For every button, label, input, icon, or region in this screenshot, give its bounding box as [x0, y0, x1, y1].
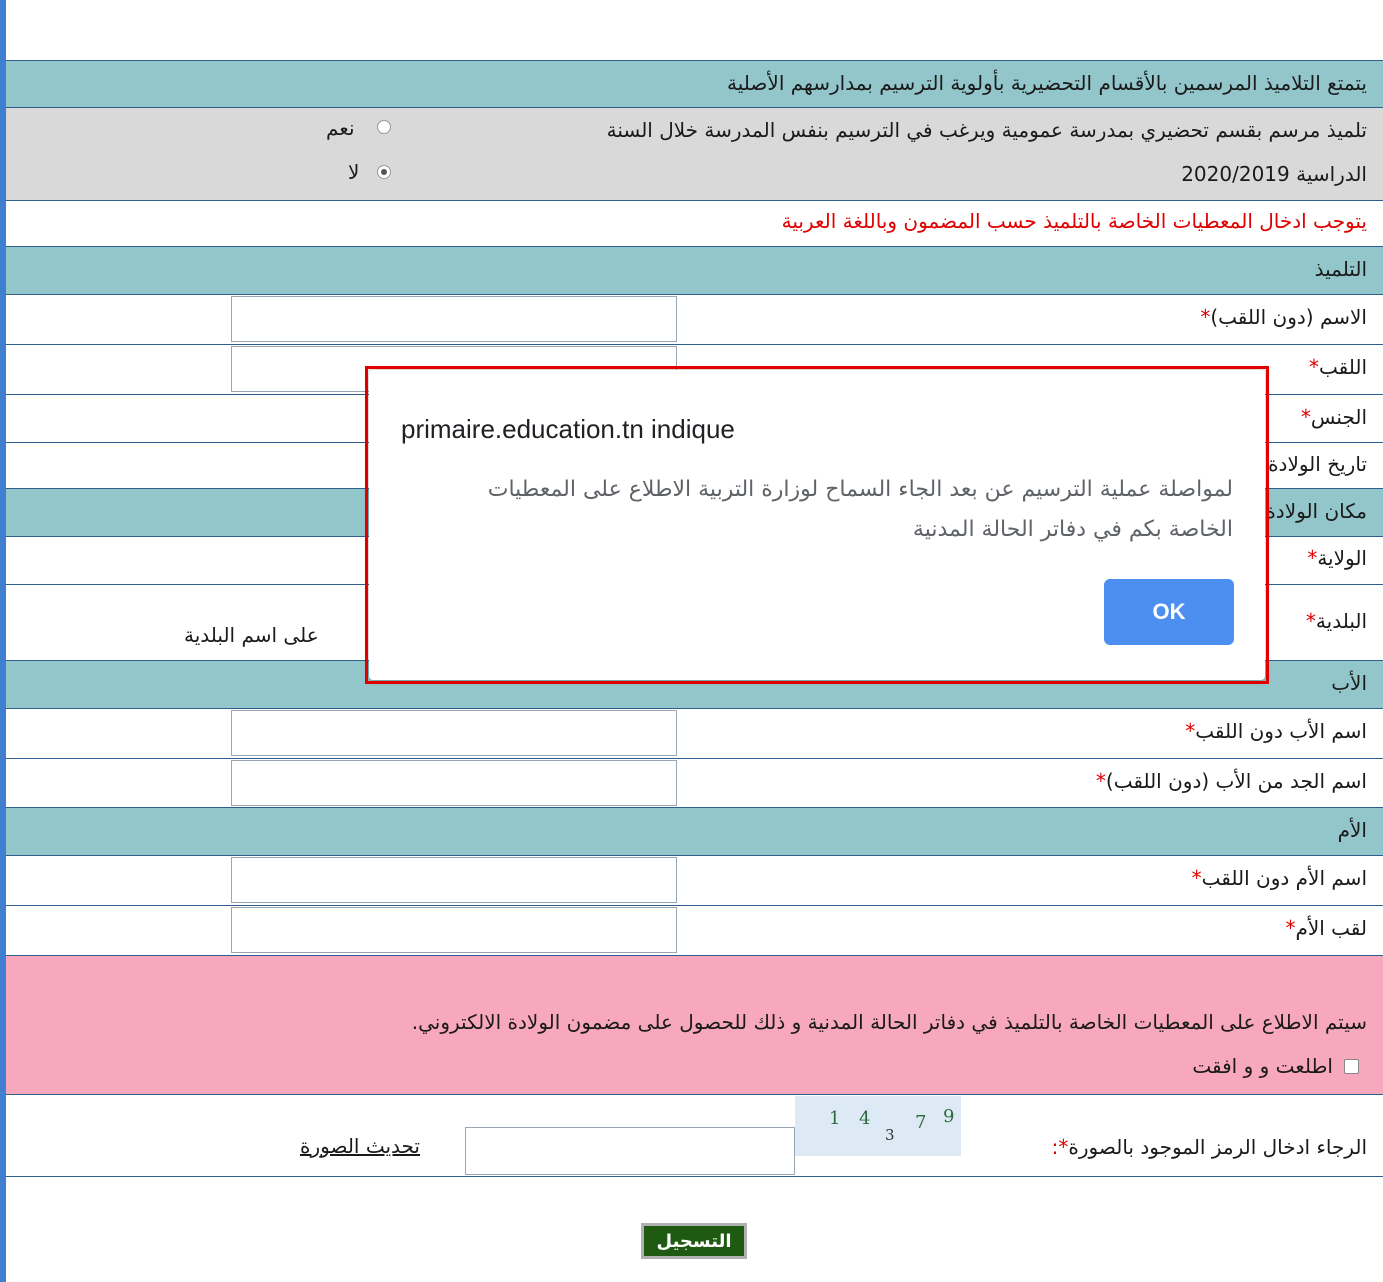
captcha-digit: 1: [829, 1108, 841, 1129]
mother-surname-row: لقب الأم*: [6, 906, 1383, 956]
first-name-label: الاسم (دون اللقب)*: [1200, 305, 1367, 329]
captcha-digit: 9: [943, 1106, 955, 1127]
radio-no[interactable]: [377, 165, 391, 179]
radio-yes[interactable]: [377, 120, 391, 134]
warning-row: يتوجب ادخال المعطيات الخاصة بالتلميذ حسب…: [6, 201, 1383, 247]
father-name-input[interactable]: [231, 710, 677, 756]
consent-checkbox[interactable]: [1344, 1059, 1359, 1074]
mother-name-row: اسم الأم دون اللقب*: [6, 856, 1383, 906]
priority-banner-text: يتمتع التلاميذ المرسمين بالأقسام التحضير…: [727, 71, 1367, 95]
municipality-hint: على اسم البلدية: [184, 623, 319, 647]
grandfather-name-input[interactable]: [231, 760, 677, 806]
question-text-line1: تلميذ مرسم بقسم تحضيري بمدرسة عمومية وير…: [606, 118, 1367, 142]
mother-name-input[interactable]: [231, 857, 677, 903]
question-text-line2: الدراسية 2020/2019: [1181, 162, 1367, 186]
section-student-title: التلميذ: [1314, 257, 1367, 281]
consent-row: سيتم الاطلاع على المعطيات الخاصة بالتلمي…: [6, 956, 1383, 1095]
father-name-label: اسم الأب دون اللقب*: [1185, 719, 1367, 743]
birth-date-label: تاريخ الولادة: [1268, 452, 1367, 476]
captcha-digit: 3: [885, 1126, 895, 1144]
radio-yes-label: نعم: [326, 116, 355, 140]
section-father-title: الأب: [1331, 671, 1367, 695]
governorate-label: الولاية*: [1307, 546, 1367, 570]
prep-class-question-row: تلميذ مرسم بقسم تحضيري بمدرسة عمومية وير…: [6, 108, 1383, 201]
priority-banner: يتمتع التلاميذ المرسمين بالأقسام التحضير…: [6, 60, 1383, 108]
captcha-image: 1 4 3 7 9: [795, 1096, 961, 1156]
municipality-label: البلدية*: [1305, 609, 1367, 633]
mother-surname-label: لقب الأم*: [1285, 916, 1367, 940]
first-name-input[interactable]: [231, 296, 677, 342]
captcha-digit: 7: [915, 1112, 927, 1133]
father-name-row: اسم الأب دون اللقب*: [6, 709, 1383, 759]
captcha-row: الرجاء ادخال الرمز الموجود بالصورة*:: [6, 1095, 1383, 1177]
captcha-input[interactable]: [465, 1127, 795, 1175]
captcha-digit: 4: [859, 1108, 871, 1129]
mother-surname-input[interactable]: [231, 907, 677, 953]
mother-name-label: اسم الأم دون اللقب*: [1191, 866, 1367, 890]
radio-no-label: لا: [348, 160, 360, 184]
section-student: التلميذ: [6, 247, 1383, 295]
last-name-label: اللقب*: [1308, 355, 1367, 379]
first-name-row: الاسم (دون اللقب)*: [6, 295, 1383, 345]
section-mother-title: الأم: [1337, 818, 1367, 842]
section-birthplace-title: مكان الولادة: [1265, 499, 1367, 523]
captcha-label: الرجاء ادخال الرمز الموجود بالصورة*:: [1051, 1135, 1367, 1159]
grandfather-name-label: اسم الجد من الأب (دون اللقب)*: [1095, 769, 1367, 793]
consent-text: سيتم الاطلاع على المعطيات الخاصة بالتلمي…: [411, 1010, 1367, 1034]
register-button[interactable]: التسجيل: [641, 1223, 747, 1259]
consent-checkbox-label: اطلعت و و افقت: [1192, 1054, 1333, 1078]
dialog-highlight-frame: [365, 366, 1269, 684]
warning-text: يتوجب ادخال المعطيات الخاصة بالتلميذ حسب…: [781, 209, 1367, 233]
refresh-captcha-link[interactable]: تحديث الصورة: [300, 1134, 420, 1158]
section-mother: الأم: [6, 808, 1383, 856]
gender-label: الجنس*: [1300, 405, 1367, 429]
grandfather-name-row: اسم الجد من الأب (دون اللقب)*: [6, 759, 1383, 808]
